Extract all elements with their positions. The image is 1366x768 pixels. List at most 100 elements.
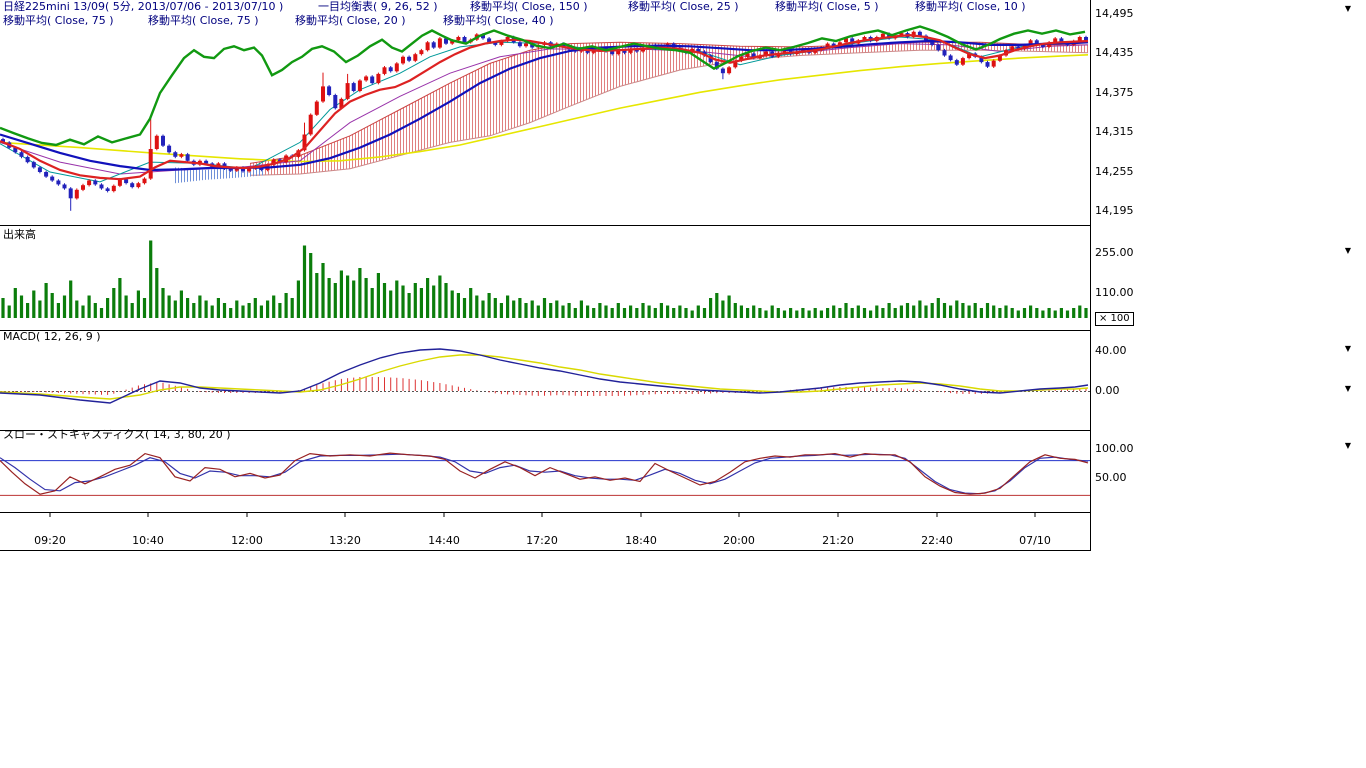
- volume-bar: [586, 306, 589, 319]
- volume-bar: [592, 308, 595, 318]
- volume-bar: [598, 303, 601, 318]
- volume-bar: [155, 268, 158, 318]
- volume-bar: [611, 308, 614, 318]
- volume-bar: [691, 311, 694, 319]
- volume-bar: [648, 306, 651, 319]
- volume-bar: [229, 308, 232, 318]
- candle-body: [463, 37, 467, 42]
- volume-bar: [518, 298, 521, 318]
- volume-bar: [968, 306, 971, 319]
- candle-body: [69, 188, 73, 198]
- price-tick-label: 14,435: [1095, 47, 1134, 59]
- volume-bar: [241, 306, 244, 319]
- volume-bar: [137, 291, 140, 319]
- volume-bar: [943, 303, 946, 318]
- indicator-ma75-b: 移動平均( Close, 75 ): [148, 15, 259, 27]
- volume-bar: [998, 308, 1001, 318]
- candle-body: [955, 60, 959, 65]
- volume-bar: [100, 308, 103, 318]
- volume-bar: [1078, 306, 1081, 319]
- volume-panel: [1, 241, 1087, 319]
- volume-bar: [198, 296, 201, 319]
- time-label: 17:20: [526, 534, 558, 547]
- volume-bar: [395, 281, 398, 319]
- volume-bar: [235, 301, 238, 319]
- volume-bar: [328, 278, 331, 318]
- volume-bar: [174, 301, 177, 319]
- volume-bar: [629, 306, 632, 319]
- volume-bar: [623, 308, 626, 318]
- volume-bar: [931, 303, 934, 318]
- volume-bar: [826, 308, 829, 318]
- volume-bar: [358, 268, 361, 318]
- candle-body: [20, 152, 24, 157]
- volume-bar: [45, 283, 48, 318]
- stoch-tick-label: 100.00: [1095, 443, 1134, 455]
- volume-bar: [106, 298, 109, 318]
- volume-bar: [205, 301, 208, 319]
- volume-bar: [254, 298, 257, 318]
- chart-canvas[interactable]: [0, 0, 1366, 560]
- volume-multiplier-badge: × 100: [1095, 312, 1134, 326]
- volume-bar: [401, 286, 404, 319]
- volume-bar: [481, 301, 484, 319]
- stochastics-panel: [0, 453, 1090, 495]
- volume-scale-down-arrow-icon[interactable]: ▼: [1341, 246, 1355, 256]
- price-scale-down-arrow-icon[interactable]: ▼: [1341, 4, 1355, 14]
- time-label: 20:00: [723, 534, 755, 547]
- volume-bar: [291, 298, 294, 318]
- volume-bar: [808, 311, 811, 319]
- volume-bar: [125, 296, 128, 319]
- time-label: 07/10: [1019, 534, 1051, 547]
- volume-bar: [149, 241, 152, 319]
- candle-body: [143, 179, 147, 184]
- volume-bar: [512, 301, 515, 319]
- volume-bar: [1023, 308, 1026, 318]
- candle-body: [26, 157, 30, 162]
- candle-body: [370, 77, 374, 84]
- volume-bar: [248, 303, 251, 318]
- volume-bar: [131, 303, 134, 318]
- volume-bar: [1041, 311, 1044, 319]
- volume-bar: [961, 303, 964, 318]
- volume-bar: [875, 306, 878, 319]
- candle-body: [136, 183, 140, 187]
- volume-bar: [764, 311, 767, 319]
- volume-panel-title: 出来高: [3, 229, 36, 241]
- candle-body: [50, 177, 54, 181]
- macd-scale-down-arrow-icon[interactable]: ▼: [1341, 344, 1355, 354]
- volume-bar: [1029, 306, 1032, 319]
- candle-body: [376, 74, 380, 83]
- volume-bar: [777, 308, 780, 318]
- volume-bar: [703, 308, 706, 318]
- candle-body: [949, 56, 953, 61]
- volume-bar: [303, 246, 306, 319]
- macd-zero-down-arrow-icon[interactable]: ▼: [1341, 384, 1355, 394]
- volume-bar: [81, 306, 84, 319]
- volume-bar: [752, 306, 755, 319]
- candle-body: [333, 95, 337, 108]
- volume-bar: [1011, 308, 1014, 318]
- candle-body: [383, 67, 387, 74]
- volume-bar: [69, 281, 72, 319]
- candle-body: [56, 181, 60, 185]
- candle-body: [358, 81, 362, 92]
- volume-bar: [728, 296, 731, 319]
- stoch-scale-down-arrow-icon[interactable]: ▼: [1341, 441, 1355, 451]
- volume-bar: [180, 291, 183, 319]
- volume-bar: [986, 303, 989, 318]
- price-tick-label: 14,255: [1095, 166, 1134, 178]
- macd-panel: [0, 349, 1090, 403]
- volume-bar: [789, 308, 792, 318]
- volume-bar: [432, 286, 435, 319]
- volume-bar: [438, 276, 441, 319]
- macd-tick-label: 40.00: [1095, 345, 1127, 357]
- volume-bar: [549, 303, 552, 318]
- volume-bar: [974, 303, 977, 318]
- volume-bar: [832, 306, 835, 319]
- volume-bar: [604, 306, 607, 319]
- candle-body: [943, 50, 947, 55]
- candle-body: [247, 169, 251, 172]
- volume-bar: [161, 288, 164, 318]
- volume-bar: [641, 303, 644, 318]
